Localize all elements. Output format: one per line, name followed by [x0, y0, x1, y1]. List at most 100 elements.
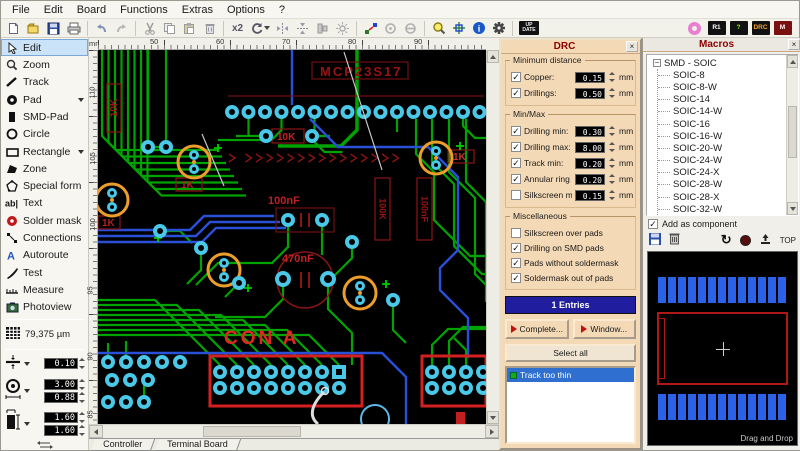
collapse-icon[interactable]: − — [653, 59, 661, 68]
checkbox[interactable]: ✓ — [511, 174, 521, 184]
tree-item[interactable]: SOIC-16-W — [658, 130, 786, 142]
menu-edit[interactable]: Edit — [37, 3, 70, 17]
pad-outer-value[interactable]: 3.00 — [44, 378, 78, 390]
pad-drill-value[interactable]: 0.88 — [44, 391, 78, 403]
scroll-right-icon[interactable] — [485, 425, 499, 438]
snap-icon[interactable] — [449, 20, 468, 37]
tool-smd-pad[interactable]: SMD-Pad — [1, 108, 88, 125]
tree-scrollbar[interactable] — [786, 55, 798, 215]
drc-results-list[interactable]: Track too thin — [505, 366, 636, 444]
track-width-dropdown-icon[interactable] — [24, 361, 30, 366]
tool-edit[interactable]: Edit — [1, 39, 88, 57]
check-help-icon[interactable]: ? — [729, 20, 748, 37]
value-field[interactable]: 0.20 — [575, 173, 605, 185]
pcb-canvas[interactable]: MCP23S17 100nF 470nF CON A 1K 1K 1K 10K … — [94, 50, 498, 434]
new-icon[interactable] — [4, 20, 23, 37]
checkbox[interactable] — [511, 227, 521, 238]
complete-button[interactable]: Complete... — [505, 319, 569, 339]
redo-icon[interactable] — [112, 20, 131, 37]
scroll-up-icon[interactable] — [787, 55, 798, 68]
checkbox[interactable]: ✓ — [511, 242, 521, 253]
close-icon[interactable]: × — [626, 41, 638, 52]
menu-extras[interactable]: Extras — [175, 3, 220, 17]
tree-item[interactable]: SOIC-14 — [658, 94, 786, 106]
tree-item[interactable]: SOIC-28-W — [658, 179, 786, 191]
ratsnest-icon[interactable] — [381, 20, 400, 37]
menu-functions[interactable]: Functions — [113, 3, 175, 17]
print-icon[interactable] — [64, 20, 83, 37]
delete-icon[interactable] — [200, 20, 219, 37]
tool-text[interactable]: ab| Text — [1, 195, 88, 212]
brightness-icon[interactable] — [333, 20, 352, 37]
checkbox[interactable]: ✓ — [511, 142, 521, 152]
smd-size-dropdown-icon[interactable] — [24, 421, 30, 426]
spinner[interactable] — [609, 88, 616, 98]
connections-icon[interactable] — [361, 20, 380, 37]
track-width-value[interactable]: 0.10 — [44, 358, 78, 369]
value-field[interactable]: 0.20 — [575, 157, 605, 169]
pad-drill-spinner[interactable] — [79, 391, 86, 403]
align-icon[interactable] — [313, 20, 332, 37]
tool-special-form[interactable]: Special form — [1, 178, 88, 195]
duplicate-icon[interactable]: x2 — [228, 20, 247, 37]
tool-track[interactable]: Track — [1, 74, 88, 91]
window-button[interactable]: Window... — [572, 319, 636, 339]
checkbox[interactable]: ✓ — [511, 158, 521, 168]
save-macro-icon[interactable] — [649, 232, 661, 248]
update-icon[interactable]: UP DATE — [517, 20, 541, 37]
pad-dropdown-icon[interactable] — [78, 97, 84, 102]
checkbox[interactable]: ✓ — [511, 88, 521, 98]
cut-icon[interactable] — [140, 20, 159, 37]
checkbox[interactable]: ✓ — [511, 257, 521, 268]
mirror-vertical-icon[interactable] — [293, 20, 312, 37]
vertical-scrollbar[interactable] — [486, 50, 499, 424]
value-field[interactable]: 0.30 — [575, 125, 605, 137]
close-icon[interactable]: × — [788, 39, 800, 50]
zoom-all-icon[interactable] — [429, 20, 448, 37]
pad-size-dropdown-icon[interactable] — [24, 388, 30, 393]
spinner[interactable] — [609, 190, 616, 200]
checkbox[interactable]: ✓ — [511, 72, 521, 82]
pad-outer-spinner[interactable] — [79, 378, 86, 390]
scrollbar-thumb[interactable] — [788, 105, 797, 158]
tree-item[interactable]: SOIC-32-W — [658, 203, 786, 215]
swap-dimensions-icon[interactable] — [1, 440, 88, 450]
solder-side-icon[interactable] — [685, 20, 704, 37]
smd-width-value[interactable]: 1.60 — [44, 411, 78, 423]
scroll-down-icon[interactable] — [787, 202, 798, 215]
tool-rectangle[interactable]: Rectangle — [1, 143, 88, 160]
mirror-horizontal-icon[interactable] — [273, 20, 292, 37]
info-icon[interactable]: i — [469, 20, 488, 37]
refresh-icon[interactable]: ↻ — [721, 233, 732, 246]
spinner[interactable] — [609, 158, 616, 168]
tool-zoom[interactable]: Zoom — [1, 56, 88, 73]
drc-result-row[interactable]: Track too thin — [507, 368, 634, 382]
tree-item[interactable]: SOIC-20-W — [658, 142, 786, 154]
tree-item[interactable]: SOIC-24-W — [658, 155, 786, 167]
checkbox[interactable] — [511, 190, 521, 200]
tree-item[interactable]: SOIC-8-W — [658, 81, 786, 93]
r1-mode-icon[interactable]: R1 — [707, 20, 726, 37]
tree-item[interactable]: SOIC-16 — [658, 118, 786, 130]
copy-icon[interactable] — [160, 20, 179, 37]
smd-height-value[interactable]: 1.60 — [44, 424, 78, 436]
drc-toggle-icon[interactable]: DRC — [751, 20, 770, 37]
macro-preview[interactable]: Drag and Drop — [647, 251, 798, 446]
menu-file[interactable]: File — [5, 3, 37, 17]
tree-item[interactable]: SOIC-28-X — [658, 191, 786, 203]
tool-connections[interactable]: Connections — [1, 229, 88, 246]
tool-circle[interactable]: Circle — [1, 126, 88, 143]
save-icon[interactable] — [44, 20, 63, 37]
layer-pairs-icon[interactable] — [401, 20, 420, 37]
rotate-dropdown-icon[interactable] — [263, 26, 270, 30]
top-layer-icon[interactable] — [759, 233, 772, 248]
tool-pad[interactable]: Pad — [1, 91, 88, 108]
menu-board[interactable]: Board — [70, 3, 113, 17]
grid-setting[interactable]: 79,375 µm — [1, 323, 88, 346]
value-field[interactable]: 8.00 — [575, 141, 605, 153]
checkbox[interactable]: ✓ — [511, 272, 521, 283]
tab-controller[interactable]: Controller — [90, 439, 156, 451]
rotate-icon[interactable] — [248, 20, 272, 37]
scroll-left-icon[interactable] — [89, 425, 103, 438]
gear-icon[interactable] — [489, 20, 508, 37]
